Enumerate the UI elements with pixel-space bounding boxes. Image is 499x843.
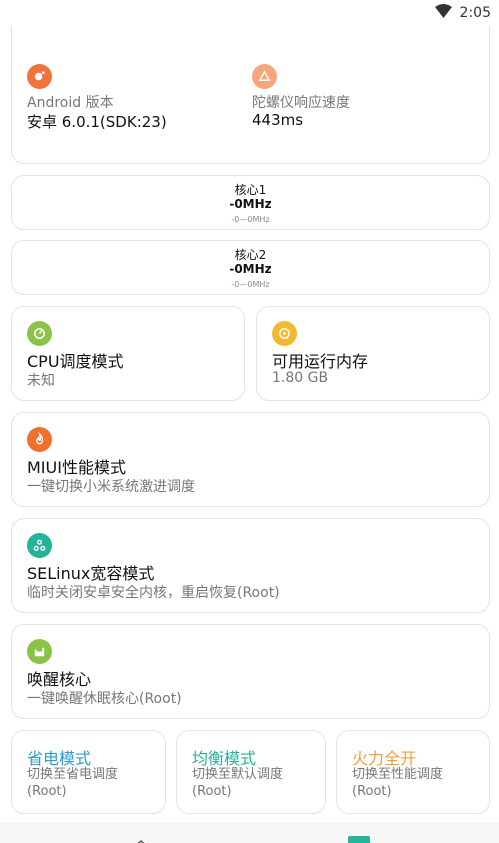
gyroscope-label: 陀螺仪响应速度 (252, 95, 350, 111)
balanced-mode-button[interactable]: 均衡模式 切换至默认调度 (Root) (176, 730, 326, 814)
android-icon (27, 64, 52, 89)
core-card: 核心2 -0MHz -0—0MHz (11, 240, 490, 295)
nodes-icon (27, 533, 52, 558)
home-icon[interactable] (130, 834, 152, 843)
selinux-title: SELinux宽容模式 (27, 564, 155, 583)
gyroscope-value: 443ms (252, 111, 304, 129)
cpu-governor-title: CPU调度模式 (27, 352, 124, 371)
core-frequency: -0MHz (229, 262, 272, 276)
android-version-label: Android 版本 (27, 95, 114, 111)
memory-title: 可用运行内存 (272, 352, 369, 371)
cpu-gauge-icon (27, 321, 52, 346)
miui-performance-card[interactable]: MIUI性能模式 一键切换小米系统激进调度 (11, 412, 490, 507)
mode-description: 切换至省电调度 (27, 767, 119, 782)
power-save-mode-button[interactable]: 省电模式 切换至省电调度 (Root) (11, 730, 166, 814)
core-name: 核心2 (234, 248, 267, 262)
core-frequency: -0MHz (229, 197, 272, 211)
status-bar: 2:05 (0, 0, 499, 26)
wifi-icon (434, 4, 452, 22)
performance-mode-button[interactable]: 火力全开 切换至性能调度 (Root) (336, 730, 490, 814)
miui-subtitle: 一键切换小米系统激进调度 (27, 479, 195, 495)
mode-description: 切换至性能调度 (352, 767, 444, 782)
cpu-governor-card[interactable]: CPU调度模式 未知 (11, 306, 245, 401)
fire-icon (27, 427, 52, 452)
mode-root-note: (Root) (27, 784, 67, 799)
android-version-value: 安卓 6.0.1(SDK:23) (27, 113, 167, 131)
clock: 2:05 (459, 5, 491, 21)
device-info-card: Android 版本 安卓 6.0.1(SDK:23) 陀螺仪响应速度 443m… (11, 26, 490, 164)
cpu-governor-value: 未知 (27, 373, 55, 389)
wake-cores-title: 唤醒核心 (27, 670, 92, 689)
factory-icon (27, 639, 52, 664)
bottom-navigation (0, 822, 499, 843)
gyroscope-icon (252, 64, 277, 89)
mode-root-note: (Root) (192, 784, 232, 799)
selinux-subtitle: 临时关闭安卓安全内核，重启恢复(Root) (27, 585, 280, 601)
mode-root-note: (Root) (352, 784, 392, 799)
tools-icon[interactable] (348, 836, 370, 843)
memory-icon (272, 321, 297, 346)
mode-description: 切换至默认调度 (192, 767, 284, 782)
miui-title: MIUI性能模式 (27, 458, 126, 477)
core-frequency-range: -0—0MHz (231, 280, 270, 289)
core-card: 核心1 -0MHz -0—0MHz (11, 175, 490, 230)
memory-card[interactable]: 可用运行内存 1.80 GB (256, 306, 490, 401)
core-frequency-range: -0—0MHz (231, 215, 270, 224)
memory-value: 1.80 GB (272, 370, 329, 386)
wake-cores-subtitle: 一键唤醒休眠核心(Root) (27, 691, 182, 707)
wake-cores-card[interactable]: 唤醒核心 一键唤醒休眠核心(Root) (11, 624, 490, 719)
core-name: 核心1 (234, 183, 267, 197)
selinux-card[interactable]: SELinux宽容模式 临时关闭安卓安全内核，重启恢复(Root) (11, 518, 490, 613)
